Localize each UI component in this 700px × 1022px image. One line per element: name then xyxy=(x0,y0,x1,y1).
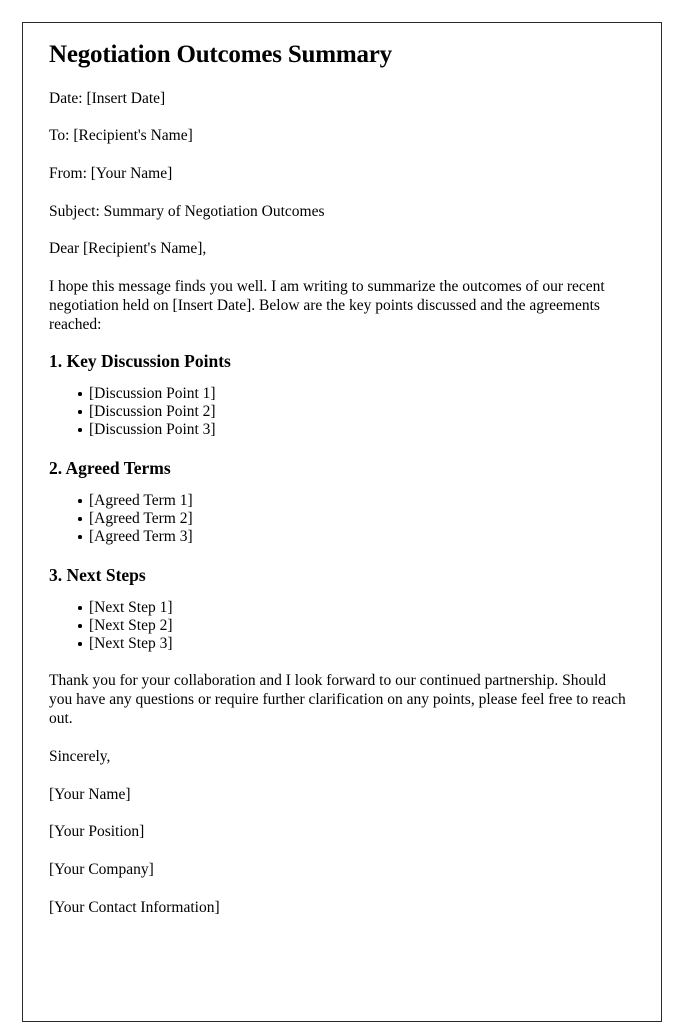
list-item-label: [Discussion Point 1] xyxy=(89,385,216,403)
meta-line-subject: Subject: Summary of Negotiation Outcomes xyxy=(49,202,325,220)
bullet-icon xyxy=(78,642,82,646)
list-item-label: [Next Step 3] xyxy=(89,635,173,653)
signature-contact-information: [Your Contact Information] xyxy=(49,898,220,916)
signature-company: [Your Company] xyxy=(49,860,154,878)
list-item: [Discussion Point 2] xyxy=(49,403,627,421)
section-heading-next-steps: 3. Next Steps xyxy=(49,565,146,586)
list-item-label: [Next Step 1] xyxy=(89,599,173,617)
list-item-label: [Discussion Point 2] xyxy=(89,403,216,421)
bullet-icon xyxy=(78,624,82,628)
list-item: [Discussion Point 1] xyxy=(49,385,627,403)
list-item: [Next Step 3] xyxy=(49,635,627,653)
intro-paragraph: I hope this message finds you well. I am… xyxy=(49,277,605,333)
list-key-discussion-points: [Discussion Point 1] [Discussion Point 2… xyxy=(49,385,627,439)
list-item-label: [Agreed Term 3] xyxy=(89,528,193,546)
list-item: [Agreed Term 1] xyxy=(49,492,627,510)
signature-position: [Your Position] xyxy=(49,823,145,841)
list-item: [Next Step 2] xyxy=(49,617,627,635)
bullet-icon xyxy=(78,535,82,539)
bullet-icon xyxy=(78,428,82,432)
document-page-frame: Negotiation Outcomes Summary Date: [Inse… xyxy=(22,22,662,1022)
signature-name: [Your Name] xyxy=(49,785,131,803)
list-item-label: [Agreed Term 2] xyxy=(89,510,193,528)
bullet-icon xyxy=(78,392,82,396)
section-heading-agreed-terms: 2. Agreed Terms xyxy=(49,458,171,479)
signoff: Sincerely, xyxy=(49,748,111,766)
list-item-label: [Next Step 2] xyxy=(89,617,173,635)
meta-line-from: From: [Your Name] xyxy=(49,164,173,182)
document-body: Negotiation Outcomes Summary Date: [Inse… xyxy=(49,41,627,936)
list-item-label: [Discussion Point 3] xyxy=(89,421,216,439)
section-heading-key-discussion-points: 1. Key Discussion Points xyxy=(49,351,231,372)
page-title: Negotiation Outcomes Summary xyxy=(49,41,392,68)
bullet-icon xyxy=(78,499,82,503)
meta-line-to: To: [Recipient's Name] xyxy=(49,127,193,145)
list-item: [Discussion Point 3] xyxy=(49,421,627,439)
list-item-label: [Agreed Term 1] xyxy=(89,492,193,510)
closing-paragraph: Thank you for your collaboration and I l… xyxy=(49,672,626,728)
list-item: [Agreed Term 2] xyxy=(49,510,627,528)
list-next-steps: [Next Step 1] [Next Step 2] [Next Step 3… xyxy=(49,599,627,653)
salutation: Dear [Recipient's Name], xyxy=(49,240,207,258)
bullet-icon xyxy=(78,410,82,414)
bullet-icon xyxy=(78,606,82,610)
list-item: [Agreed Term 3] xyxy=(49,528,627,546)
bullet-icon xyxy=(78,517,82,521)
meta-line-date: Date: [Insert Date] xyxy=(49,89,166,107)
list-agreed-terms: [Agreed Term 1] [Agreed Term 2] [Agreed … xyxy=(49,492,627,546)
list-item: [Next Step 1] xyxy=(49,599,627,617)
